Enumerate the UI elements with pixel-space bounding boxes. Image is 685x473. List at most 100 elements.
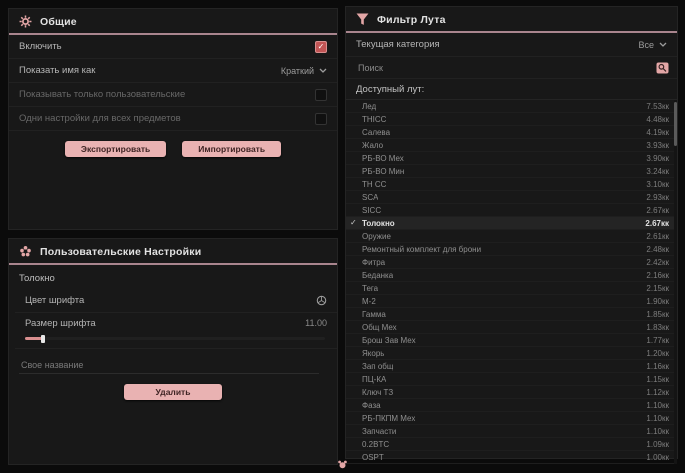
loot-row[interactable]: Салева4.19кк <box>346 126 677 139</box>
category-value: Все <box>638 40 654 50</box>
custom-panel-title: Пользовательские Настройки <box>40 246 201 258</box>
loot-row[interactable]: РБ-ВО Мин3.24кк <box>346 165 677 178</box>
loot-row[interactable]: ✓Толокно2.67кк <box>346 217 677 230</box>
loot-row[interactable]: SCA2.93кк <box>346 191 677 204</box>
loot-item-value: 3.90кк <box>646 154 669 163</box>
loot-item-name: Фитра <box>362 258 385 267</box>
loot-item-value: 1.20кк <box>646 349 669 358</box>
loot-row[interactable]: Лед7.53кк <box>346 100 677 113</box>
loot-item-name: Тега <box>362 284 378 293</box>
loot-row[interactable]: Общ Мех1.83кк <box>346 321 677 334</box>
loot-row[interactable]: Запчасти1.10кк <box>346 425 677 438</box>
loot-item-name: Оружие <box>362 232 391 241</box>
font-size-label: Размер шрифта <box>25 318 96 329</box>
loot-item-value: 7.53кк <box>646 102 669 111</box>
loot-item-value: 4.19кк <box>646 128 669 137</box>
scrollbar-thumb[interactable] <box>674 102 677 146</box>
available-loot-label: Доступный лут: <box>346 79 677 99</box>
loot-item-value: 1.10кк <box>646 414 669 423</box>
enable-checkbox[interactable] <box>315 41 327 53</box>
loot-row[interactable]: SICC 2.67кк <box>346 204 677 217</box>
loot-item-name: OSPT <box>362 453 384 462</box>
search-icon[interactable] <box>656 62 669 74</box>
loot-row[interactable]: Фитра2.42кк <box>346 256 677 269</box>
loot-item-value: 2.15кк <box>646 284 669 293</box>
same-settings-row: Одни настройки для всех предметов <box>9 107 337 131</box>
loot-item-value: 1.10кк <box>646 401 669 410</box>
loot-item-name: ТН СС <box>362 180 386 189</box>
font-size-slider[interactable] <box>25 337 325 340</box>
loot-row[interactable]: Ключ ТЗ1.12кк <box>346 386 677 399</box>
display-name-dropdown[interactable]: Краткий <box>281 66 327 76</box>
loot-item-value: 2.67кк <box>646 206 669 215</box>
loot-item-name: 0.2BTC <box>362 440 389 449</box>
display-name-value: Краткий <box>281 66 314 76</box>
loot-item-value: 2.61кк <box>646 232 669 241</box>
font-size-row: Размер шрифта 11.00 <box>15 313 337 333</box>
loot-item-name: Фаза <box>362 401 381 410</box>
loot-row[interactable]: РБ-ВО Мех 3.90кк <box>346 152 677 165</box>
only-custom-checkbox[interactable] <box>315 89 327 101</box>
only-custom-label: Показывать только пользовательские <box>19 89 185 100</box>
font-color-label: Цвет шрифта <box>25 295 84 306</box>
loot-row[interactable]: Оружие 2.61кк <box>346 230 677 243</box>
loot-row[interactable]: Брош Зав Мех 1.77кк <box>346 334 677 347</box>
loot-item-value: 1.85кк <box>646 310 669 319</box>
loot-row[interactable]: Гамма1.85кк <box>346 308 677 321</box>
loot-item-value: 2.93кк <box>646 193 669 202</box>
custom-name-input[interactable] <box>19 357 319 374</box>
loot-row[interactable]: М-21.90кк <box>346 295 677 308</box>
bottom-handle-icon[interactable] <box>337 459 348 470</box>
loot-row[interactable]: Беданка2.16кк <box>346 269 677 282</box>
loot-item-name: РБ-ВО Мин <box>362 167 404 176</box>
loot-filter-panel: Фильтр Лута Текущая категория Все Доступ… <box>345 6 678 459</box>
font-size-value: 11.00 <box>305 318 327 328</box>
loot-row[interactable]: ПЦ-КА1.15кк <box>346 373 677 386</box>
loot-item-name: SICC <box>362 206 381 215</box>
display-name-row: Показать имя как Краткий <box>9 59 337 83</box>
loot-item-value: 1.09кк <box>646 440 669 449</box>
loot-row[interactable]: 0.2BTC 1.09кк <box>346 438 677 451</box>
import-button[interactable]: Импортировать <box>182 141 281 157</box>
loot-item-name: Зап общ <box>362 362 393 371</box>
slider-thumb[interactable] <box>41 335 45 343</box>
category-dropdown[interactable]: Все <box>638 40 667 50</box>
loot-row[interactable]: РБ-ПКПМ Мех 1.10кк <box>346 412 677 425</box>
loot-row[interactable]: Жало 3.93кк <box>346 139 677 152</box>
loot-item-name: THICC <box>362 115 386 124</box>
loot-row[interactable]: Фаза 1.10кк <box>346 399 677 412</box>
export-button[interactable]: Экспортировать <box>65 141 166 157</box>
color-wheel-icon[interactable] <box>316 295 327 306</box>
general-panel: Общие Включить Показать имя как Краткий … <box>8 8 338 230</box>
loot-item-name: РБ-ВО Мех <box>362 154 404 163</box>
loot-row[interactable]: OSPT1.00кк <box>346 451 677 464</box>
loot-item-value: 1.77кк <box>646 336 669 345</box>
selected-item-name: Толокно <box>9 265 337 289</box>
loot-item-name: Брош Зав Мех <box>362 336 416 345</box>
general-panel-header: Общие <box>9 9 337 33</box>
same-settings-label: Одни настройки для всех предметов <box>19 113 181 124</box>
loot-item-value: 1.15кк <box>646 375 669 384</box>
loot-item-name: Жало <box>362 141 383 150</box>
only-custom-row: Показывать только пользовательские <box>9 83 337 107</box>
loot-list-scrollbar[interactable] <box>674 100 677 464</box>
loot-item-value: 3.93кк <box>646 141 669 150</box>
loot-row[interactable]: ТН СС 3.10кк <box>346 178 677 191</box>
delete-button[interactable]: Удалить <box>124 384 223 400</box>
loot-item-value: 3.10кк <box>646 180 669 189</box>
search-row <box>346 57 677 79</box>
same-settings-checkbox[interactable] <box>315 113 327 125</box>
loot-item-name: Беданка <box>362 271 393 280</box>
loot-row[interactable]: Зап общ 1.16кк <box>346 360 677 373</box>
loot-item-name: Ремонтный комплект для брони <box>362 245 481 254</box>
loot-item-value: 1.16кк <box>646 362 669 371</box>
loot-row[interactable]: THICC4.48кк <box>346 113 677 126</box>
loot-item-name: РБ-ПКПМ Мех <box>362 414 415 423</box>
loot-list: Лед7.53ккTHICC4.48ккСалева4.19кк Жало 3.93… <box>346 99 677 464</box>
loot-row[interactable]: Тега 2.15кк <box>346 282 677 295</box>
loot-row[interactable]: Якорь1.20кк <box>346 347 677 360</box>
search-input[interactable] <box>356 62 656 74</box>
font-color-row: Цвет шрифта <box>15 289 337 313</box>
loot-row[interactable]: Ремонтный комплект для брони2.48кк <box>346 243 677 256</box>
funnel-icon <box>356 13 369 26</box>
